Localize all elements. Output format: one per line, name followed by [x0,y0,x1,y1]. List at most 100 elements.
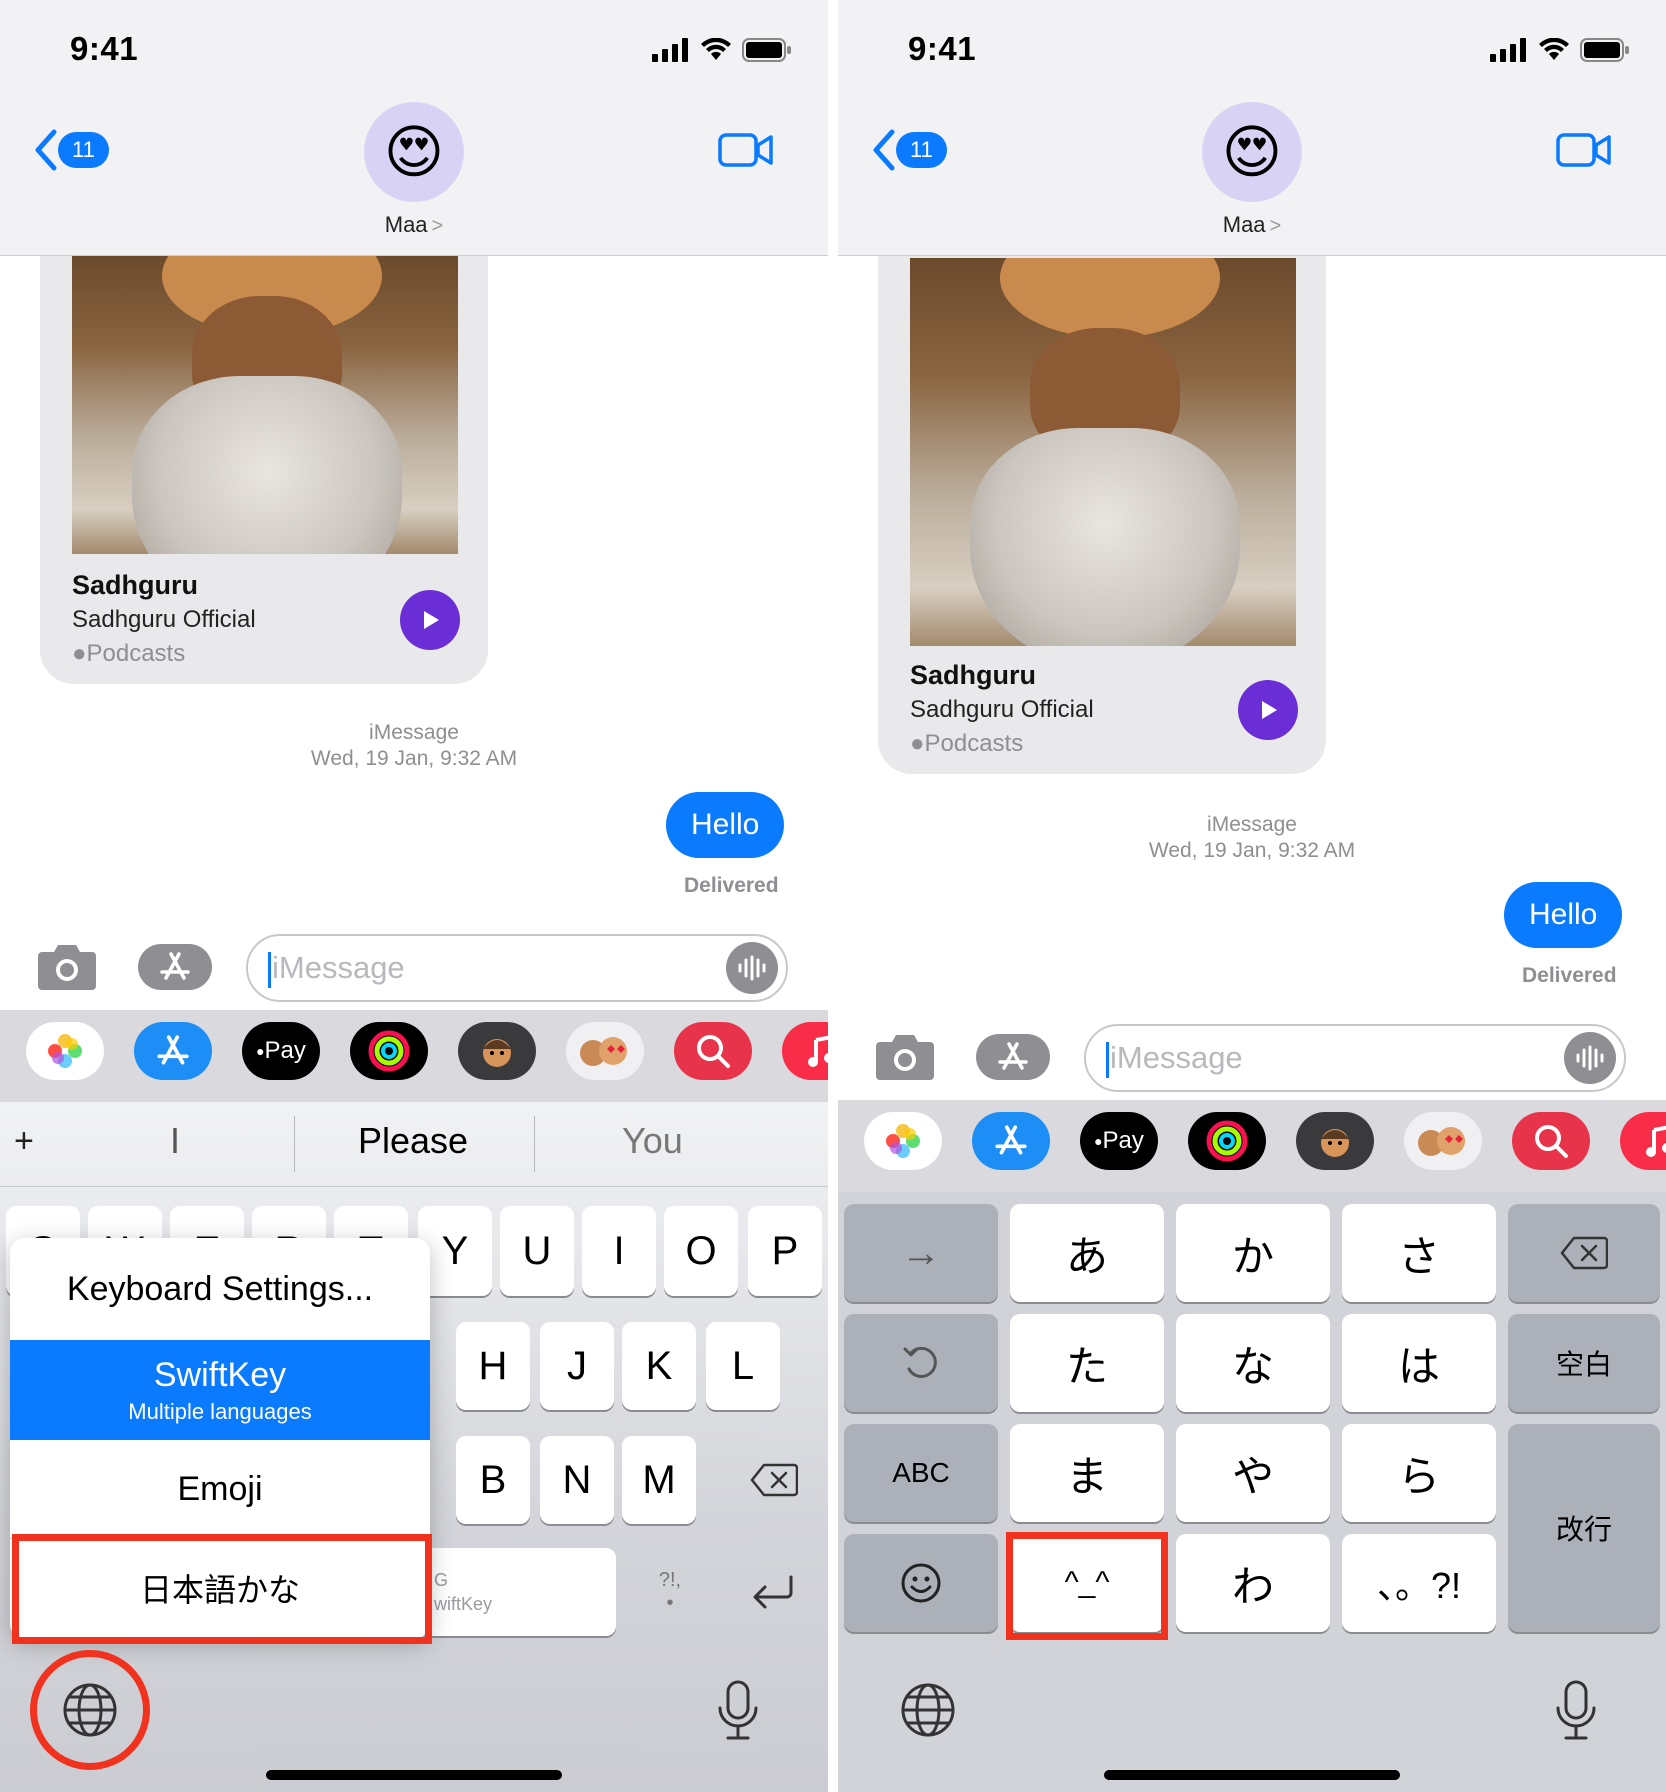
key-backspace[interactable] [732,1436,816,1524]
apple-pay-app-icon[interactable]: ● Pay [1080,1112,1158,1170]
contact-name[interactable]: Maa > [0,212,828,238]
space-key[interactable]: G wiftKey [420,1548,616,1636]
contact-name[interactable]: Maa > [838,212,1666,238]
globe-icon[interactable] [900,1682,956,1738]
next-candidate-key[interactable]: → [844,1204,998,1302]
key-l[interactable]: L [706,1322,780,1410]
key-na[interactable]: な [1176,1314,1330,1412]
unread-count-badge: 11 [58,132,109,168]
message-placeholder: iMessage [272,950,405,985]
fitness-app-icon[interactable] [350,1022,428,1080]
emoji-option[interactable]: Emoji [10,1440,430,1538]
audio-message-button[interactable] [1564,1032,1616,1084]
memoji-stickers-app-icon[interactable] [566,1022,644,1080]
key-sa[interactable]: さ [1342,1204,1496,1302]
key-i[interactable]: I [582,1206,656,1296]
photos-app-icon[interactable] [864,1112,942,1170]
keyboard-settings-option[interactable]: Keyboard Settings... [10,1238,430,1340]
signal-icon [1490,38,1526,62]
punctuation-key[interactable]: 、。?! [1342,1534,1496,1632]
contact-avatar[interactable]: 😍 [364,102,464,202]
app-store-app-icon[interactable] [972,1112,1050,1170]
key-m[interactable]: M [622,1436,696,1524]
text-caret [268,952,271,988]
emoji-key[interactable] [844,1534,998,1632]
play-button[interactable] [400,590,460,650]
fitness-app-icon[interactable] [1188,1112,1266,1170]
right-screenshot: 9:41 11 😍 Maa > Sadhguru Sadhguru Officia… [838,0,1666,1792]
return-key[interactable] [730,1548,816,1636]
key-a[interactable]: あ [1010,1204,1164,1302]
chevron-right-icon: > [1269,215,1282,237]
camera-icon[interactable] [874,1032,936,1080]
suggestion-2[interactable]: Please [358,1120,468,1162]
space-key[interactable]: 空白 [1508,1314,1660,1412]
message-input[interactable]: iMessage [246,934,788,1002]
key-ya[interactable]: や [1176,1424,1330,1522]
contact-avatar[interactable]: 😍 [1202,102,1302,202]
suggestion-3[interactable]: You [622,1120,683,1162]
apple-pay-app-icon[interactable]: ● Pay [242,1022,320,1080]
key-wa[interactable]: わ [1176,1534,1330,1632]
podcast-artwork [910,258,1296,646]
status-time: 9:41 [908,30,977,67]
key-p[interactable]: P [748,1206,822,1296]
back-button[interactable]: 11 [870,128,947,172]
imessage-app-drawer: ● Pay [0,1010,828,1102]
key-ra[interactable]: ら [1342,1424,1496,1522]
back-button[interactable]: 11 [32,128,109,172]
delete-icon [750,1463,798,1497]
sent-message-bubble[interactable]: Hello [1504,882,1623,948]
key-ta[interactable]: た [1010,1314,1164,1412]
video-call-icon[interactable] [1556,132,1612,168]
memoji-app-icon[interactable] [458,1022,536,1080]
toolbar-plus-button[interactable]: + [14,1122,34,1161]
app-store-app-icon[interactable] [134,1022,212,1080]
key-k[interactable]: K [622,1322,696,1410]
smiley-icon [901,1563,941,1603]
memoji-stickers-app-icon[interactable] [1404,1112,1482,1170]
undo-key[interactable] [844,1314,998,1412]
key-j[interactable]: J [540,1322,614,1410]
app-store-button[interactable] [976,1034,1050,1080]
japanese-kana-highlight [12,1534,432,1644]
video-call-icon[interactable] [718,132,774,168]
podcast-message-bubble[interactable]: Sadhguru Sadhguru Official ●Podcasts [40,256,488,684]
suggestion-1[interactable]: I [170,1120,180,1162]
status-icons [652,38,792,62]
abc-key[interactable]: ABC [844,1424,998,1522]
unread-count-badge: 11 [896,132,947,168]
key-n[interactable]: N [540,1436,614,1524]
conversation-header: 9:41 11 😍 Maa > [0,0,828,256]
camera-icon[interactable] [36,942,98,990]
punctuation-key[interactable]: ?!, • [630,1548,710,1636]
search-images-app-icon[interactable] [674,1022,752,1080]
music-app-icon[interactable] [1620,1112,1666,1170]
microphone-icon[interactable] [1554,1680,1598,1742]
podcast-message-bubble[interactable]: Sadhguru Sadhguru Official ●Podcasts [878,256,1326,774]
memoji-app-icon[interactable] [1296,1112,1374,1170]
audio-message-button[interactable] [726,942,778,994]
music-app-icon[interactable] [782,1022,828,1080]
key-ma[interactable]: ま [1010,1424,1164,1522]
play-button[interactable] [1238,680,1298,740]
undo-icon [903,1346,937,1378]
message-input[interactable]: iMessage [1084,1024,1626,1092]
search-images-app-icon[interactable] [1512,1112,1590,1170]
key-ha[interactable]: は [1342,1314,1496,1412]
podcast-artwork [72,256,458,554]
photos-app-icon[interactable] [26,1022,104,1080]
key-backspace[interactable] [1508,1204,1660,1302]
key-h[interactable]: H [456,1322,530,1410]
key-ka[interactable]: か [1176,1204,1330,1302]
return-key[interactable]: 改行 [1508,1424,1660,1632]
app-store-button[interactable] [138,944,212,990]
key-b[interactable]: B [456,1436,530,1524]
microphone-icon[interactable] [716,1680,760,1742]
sent-message-bubble[interactable]: Hello [666,792,785,858]
swiftkey-option[interactable]: SwiftKey Multiple languages [10,1340,430,1440]
key-u[interactable]: U [500,1206,574,1296]
play-icon [424,611,439,629]
key-o[interactable]: O [664,1206,738,1296]
podcast-title: Sadhguru [72,570,198,600]
